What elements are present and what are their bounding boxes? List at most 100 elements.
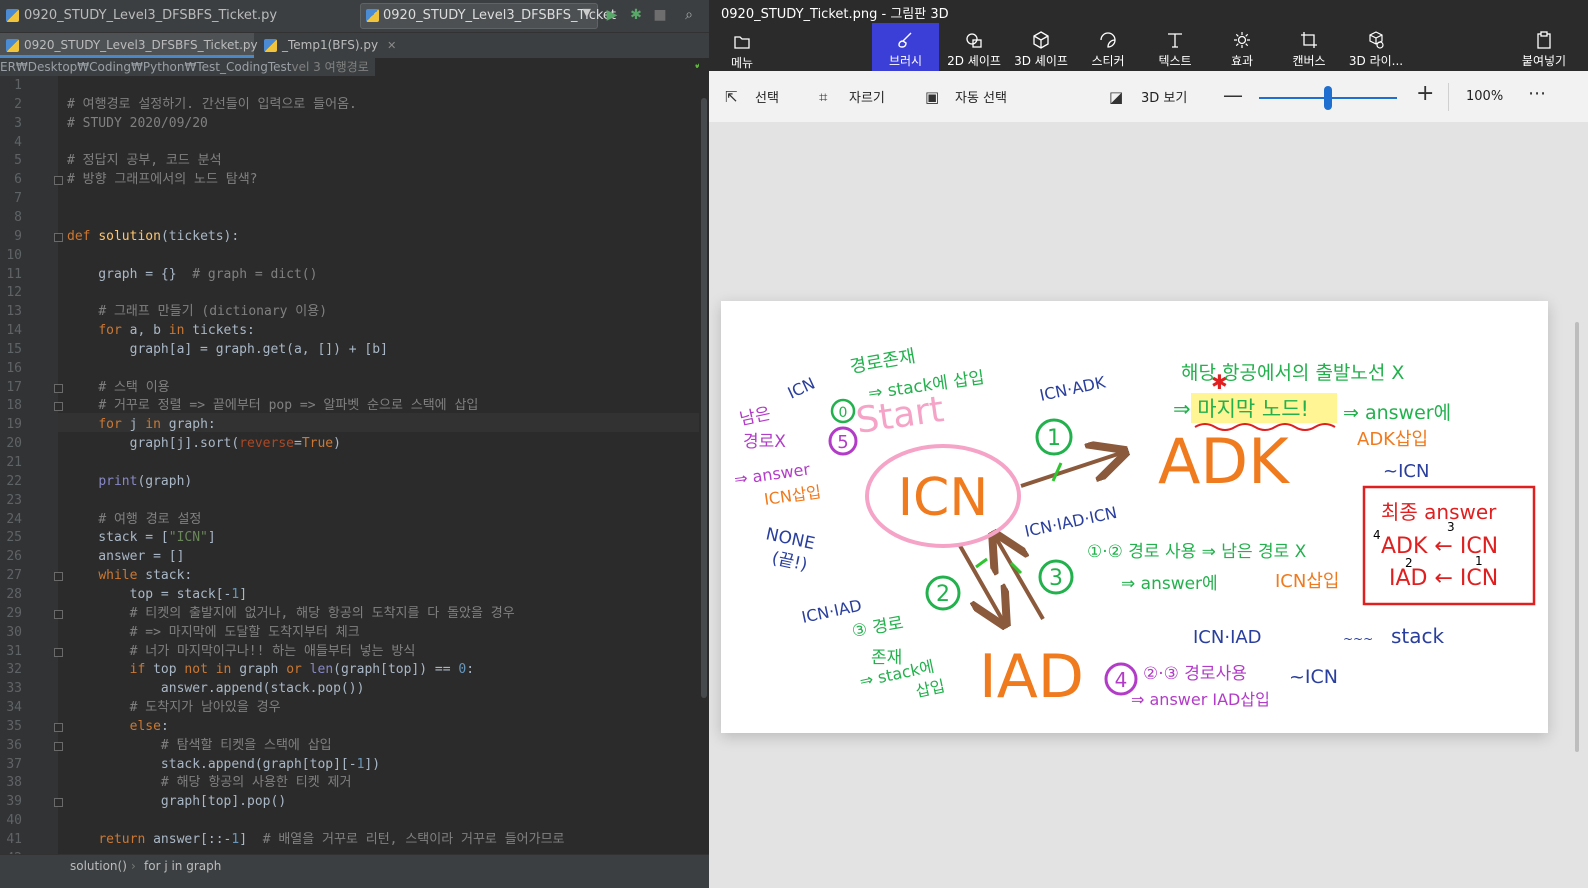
ribbon-stickers-button[interactable]: 스티커 <box>1075 23 1141 71</box>
code-line[interactable]: for j in graph: <box>67 415 215 434</box>
line-number: 35 <box>6 718 22 734</box>
magic-select-icon: ▣ <box>925 88 940 106</box>
editor-scrollbar[interactable] <box>699 58 709 854</box>
code-line[interactable]: # 여행경로 설정하기. 간선들이 입력으로 들어옴. <box>67 95 357 114</box>
drawing-canvas[interactable]: ICN Start ADK IAD 경로존재 ⇒ stack에 삽입 ICN 0… <box>721 301 1548 733</box>
run-config-dropdown[interactable]: 0920_STUDY_Level3_DFSBFS_Ticket ▼ <box>360 3 616 29</box>
code-line[interactable]: # 너가 마지막이구나!! 하는 애들부터 넣는 방식 <box>67 642 416 661</box>
stop-icon[interactable]: ■ <box>651 6 669 24</box>
line-number: 16 <box>6 360 22 376</box>
code-line[interactable]: graph = {} # graph = dict() <box>67 265 317 284</box>
code-line[interactable]: # 도착지가 남아있을 경우 <box>67 698 281 717</box>
code-line[interactable]: return answer[::-1] # 배열을 거꾸로 리턴, 스택이라 거… <box>67 830 564 849</box>
ribbon-menu-button[interactable]: 메뉴 <box>717 23 767 71</box>
ribbon-text-button[interactable]: 텍스트 <box>1142 23 1208 71</box>
code-line[interactable]: for a, b in tickets: <box>67 321 255 340</box>
code-line[interactable]: answer.append(stack.pop()) <box>67 679 365 698</box>
fold-marker-icon[interactable] <box>54 741 63 751</box>
code-line[interactable]: # 거꾸로 정렬 => 끝에부터 pop => 알파벳 순으로 스택에 삽입 <box>67 396 478 415</box>
breadcrumb-for-loop[interactable]: for j in graph <box>144 855 221 878</box>
zoom-out-button[interactable]: — <box>1223 83 1243 107</box>
run-icon[interactable]: ▶ <box>603 6 621 24</box>
line-number: 30 <box>6 624 22 640</box>
scrollbar-thumb[interactable] <box>701 98 707 698</box>
ribbon-3d-shapes-button[interactable]: 3D 셰이프 <box>1008 23 1074 71</box>
fold-marker-icon[interactable] <box>54 232 63 242</box>
code-line[interactable]: # 해당 항공의 사용한 티켓 제거 <box>67 773 351 792</box>
code-line[interactable]: # 방향 그래프에서의 노드 탐색? <box>67 170 257 189</box>
line-number: 40 <box>6 813 22 829</box>
magic-select-tool[interactable]: ▣ 자동 선택 <box>925 87 1007 106</box>
tab-ticket[interactable]: 0920_STUDY_Level3_DFSBFS_Ticket.py✕ <box>0 33 276 58</box>
note-iad-icn: ~ICN <box>1289 666 1338 688</box>
fold-marker-icon[interactable] <box>54 798 63 808</box>
zoom-slider-thumb[interactable] <box>1324 86 1332 110</box>
line-number: 26 <box>6 549 22 565</box>
code-line[interactable]: # 티켓의 출발지에 없거나, 해당 항공의 도착지를 다 돌았을 경우 <box>67 604 515 623</box>
fold-marker-icon[interactable] <box>54 176 63 186</box>
fold-marker-icon[interactable] <box>54 722 63 732</box>
ribbon-effects-button[interactable]: 효과 <box>1209 23 1275 71</box>
crop-icon: ⌗ <box>819 88 828 106</box>
zoom-level[interactable]: 100% <box>1466 89 1503 104</box>
code-line[interactable]: # 탐색할 티켓을 스택에 삽입 <box>67 736 332 755</box>
code-line[interactable]: graph[a] = graph.get(a, []) + [b] <box>67 340 388 359</box>
ribbon-3d-library-button[interactable]: 3D 라이... <box>1343 23 1409 71</box>
code-line[interactable]: print(graph) <box>67 472 192 491</box>
ribbon-2d-shapes-button[interactable]: 2D 셰이프 <box>941 23 1007 71</box>
code-line[interactable]: # 정답지 공부, 코드 분석 <box>67 151 222 170</box>
fold-marker-icon[interactable] <box>54 402 63 412</box>
step1-number: 1 <box>1047 426 1061 451</box>
code-line[interactable]: while stack: <box>67 566 192 585</box>
note-route-exists: 경로존재 <box>848 346 917 378</box>
code-line[interactable]: graph[j].sort(reverse=True) <box>67 434 341 453</box>
fold-marker-icon[interactable] <box>54 572 63 582</box>
cursor-icon: ⇱ <box>725 88 738 106</box>
line-number: 13 <box>6 304 22 320</box>
code-line[interactable]: stack.append(graph[top][-1]) <box>67 755 380 774</box>
effects-icon <box>1234 32 1250 48</box>
fold-marker-icon[interactable] <box>54 383 63 393</box>
code-editor[interactable]: 1 2 3 4 5 6 7 8 9 10 11 12 13 14 15 16 17 18 19 20 21 22 23 24 2… <box>0 58 709 854</box>
canvas-scrollbar[interactable] <box>1575 322 1579 752</box>
ide-status-strip <box>0 878 709 888</box>
code-line[interactable]: # 여행 경로 설정 <box>67 510 201 529</box>
more-options-icon[interactable]: ⋯ <box>1528 83 1546 104</box>
view-3d-toggle[interactable]: ◪ 3D 보기 <box>1109 87 1187 106</box>
breadcrumb-solution[interactable]: solution() <box>70 855 127 878</box>
ribbon-brush-button[interactable]: 브러시 <box>872 23 939 71</box>
debug-icon[interactable]: ✱ <box>627 6 645 24</box>
tab-temp1[interactable]: _Temp1(BFS).py ✕ <box>258 33 416 58</box>
search-icon[interactable]: ⌕ <box>680 6 698 24</box>
ribbon-paste-button[interactable]: 붙여넣기 <box>1509 23 1579 71</box>
code-line[interactable]: stack = ["ICN"] <box>67 528 215 547</box>
2d-shapes-icon <box>966 33 982 48</box>
paint-title: 0920_STUDY_Ticket.png - 그림판 3D <box>721 7 949 22</box>
code-line[interactable]: # STUDY 2020/09/20 <box>67 114 208 133</box>
select-label: 선택 <box>755 91 779 106</box>
fold-marker-icon[interactable] <box>54 609 63 619</box>
code-line[interactable]: def solution(tickets): <box>67 227 239 246</box>
fold-marker-icon[interactable] <box>54 647 63 657</box>
code-line[interactable]: else: <box>67 717 169 736</box>
code-line[interactable]: # => 마지막에 도달할 도착지부터 체크 <box>67 623 360 642</box>
code-line[interactable]: # 그래프 만들기 (dictionary 이용) <box>67 302 327 321</box>
ribbon-label: 캔버스 <box>1292 54 1326 68</box>
code-line[interactable]: top = stack[-1] <box>67 585 247 604</box>
paste-icon <box>1537 31 1551 49</box>
select-tool[interactable]: ⇱ 선택 <box>725 87 779 106</box>
red-asterisk: ✱ <box>1211 370 1228 394</box>
crop-tool[interactable]: ⌗ 자르기 <box>819 87 885 106</box>
ribbon-label: 스티커 <box>1091 54 1125 68</box>
zoom-in-button[interactable]: + <box>1416 81 1434 106</box>
code-line[interactable]: if top not in graph or len(graph[top]) =… <box>67 660 474 679</box>
paint-ribbon: 메뉴 브러시 2D 셰이프 3D 셰이프 스티커 텍스트 효과 캔버스 3D 라… <box>709 23 1588 71</box>
ribbon-canvas-button[interactable]: 캔버스 <box>1276 23 1342 71</box>
code-line[interactable]: graph[top].pop() <box>67 792 286 811</box>
close-icon[interactable]: ✕ <box>387 39 396 52</box>
line-number: 15 <box>6 341 22 357</box>
toolbar-divider <box>1448 83 1449 111</box>
code-line[interactable]: # 스택 이용 <box>67 378 169 397</box>
code-line[interactable]: answer = [] <box>67 547 184 566</box>
view-3d-label: 3D 보기 <box>1141 91 1188 106</box>
